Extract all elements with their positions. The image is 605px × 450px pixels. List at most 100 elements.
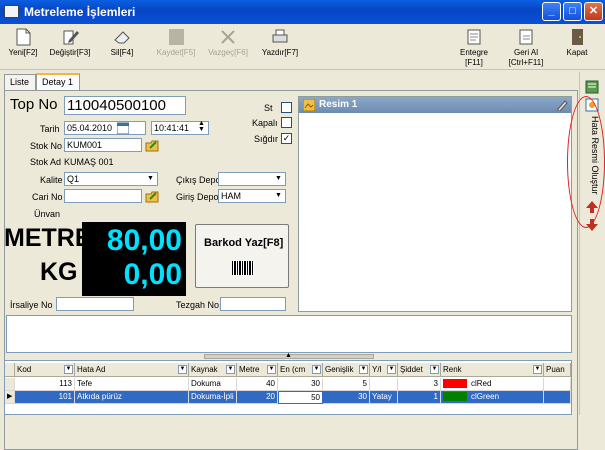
sigdir-label: Sığdır bbox=[254, 134, 279, 144]
stock-lookup-icon[interactable] bbox=[145, 139, 159, 152]
save-icon bbox=[167, 28, 185, 46]
kapali-checkbox[interactable] bbox=[281, 117, 292, 128]
barcode-print-button[interactable]: Barkod Yaz[F8] bbox=[195, 224, 289, 288]
stok-ad-value: KUMAŞ 001 bbox=[64, 157, 114, 167]
column-header[interactable]: Metre ▼ bbox=[237, 363, 278, 377]
new-button[interactable]: Yeni[F2] bbox=[6, 28, 40, 66]
printer-icon bbox=[271, 28, 289, 46]
st-label: St bbox=[264, 103, 273, 113]
tarih-label: Tarih bbox=[40, 124, 60, 134]
kapali-label: Kapalı bbox=[252, 118, 278, 128]
barcode-icon bbox=[232, 261, 254, 275]
stok-ad-label: Stok Ad bbox=[30, 157, 62, 167]
column-header[interactable]: Puan bbox=[544, 363, 571, 377]
dropdown-arrow-icon: ▼ bbox=[275, 175, 282, 182]
picture-panel: Resim 1 bbox=[298, 96, 572, 312]
giris-depo-select[interactable]: HAM ▼ bbox=[218, 189, 286, 203]
filter-dropdown-icon[interactable]: ▼ bbox=[178, 365, 187, 374]
window-title: Metreleme İşlemleri bbox=[24, 5, 136, 19]
sigdir-checkbox[interactable]: ✓ bbox=[281, 133, 292, 144]
dropdown-arrow-icon: ▼ bbox=[147, 175, 154, 182]
close-button[interactable]: ✕ bbox=[584, 2, 603, 21]
minimize-button[interactable]: _ bbox=[542, 2, 561, 21]
defects-grid: Kod ▼ Hata Ad ▼ Kaynak ▼ Metre ▼ En (cm ▼ Gen… bbox=[4, 360, 572, 415]
color-swatch bbox=[443, 379, 467, 389]
exit-button[interactable]: Kapat bbox=[560, 28, 594, 66]
notes-textarea[interactable] bbox=[6, 315, 572, 353]
stok-no-input[interactable]: KUM001 bbox=[64, 138, 142, 152]
metre-big-label: METRE bbox=[4, 224, 92, 252]
top-no-label: Top No bbox=[10, 96, 58, 113]
irsaliye-input[interactable] bbox=[56, 297, 134, 311]
integrate-button[interactable]: Entegre [F11] bbox=[452, 28, 496, 67]
cari-no-input[interactable] bbox=[64, 189, 142, 203]
column-header[interactable]: Y/I ▼ bbox=[370, 363, 398, 377]
measurement-display: 80,00 0,00 bbox=[82, 222, 186, 296]
kg-big-label: KG bbox=[40, 258, 78, 286]
metre-value: 80,00 bbox=[106, 224, 182, 257]
filter-dropdown-icon[interactable]: ▼ bbox=[64, 365, 73, 374]
move-up-icon[interactable] bbox=[585, 200, 599, 214]
filter-dropdown-icon[interactable]: ▼ bbox=[267, 365, 276, 374]
row-indicator-header bbox=[5, 363, 15, 377]
unvan-label: Ünvan bbox=[34, 209, 61, 219]
map-icon[interactable] bbox=[585, 80, 599, 94]
filter-dropdown-icon[interactable]: ▼ bbox=[312, 365, 321, 374]
column-header[interactable]: Hata Ad ▼ bbox=[75, 363, 189, 377]
cancel-button[interactable]: Vazgeç[F6] bbox=[204, 28, 252, 66]
filter-dropdown-icon[interactable]: ▼ bbox=[430, 365, 439, 374]
move-down-icon[interactable] bbox=[585, 218, 599, 232]
delete-button[interactable]: Sil[F4] bbox=[102, 28, 142, 66]
date-input[interactable]: 05.04.2010 bbox=[64, 121, 146, 135]
column-header[interactable]: Genişlik ▼ bbox=[323, 363, 370, 377]
tezgah-input[interactable] bbox=[220, 297, 286, 311]
picture-icon bbox=[302, 98, 316, 112]
edit-button[interactable]: Değiştir[F3] bbox=[40, 28, 100, 66]
filter-dropdown-icon[interactable]: ▼ bbox=[387, 365, 396, 374]
kalite-label: Kalite bbox=[40, 175, 63, 185]
edit-icon bbox=[61, 28, 79, 46]
kalite-select[interactable]: Q1 ▼ bbox=[64, 172, 158, 186]
app-icon bbox=[4, 5, 19, 18]
tab-detay-1[interactable]: Detay 1 bbox=[36, 73, 80, 90]
calendar-icon[interactable] bbox=[116, 122, 130, 135]
filter-dropdown-icon[interactable]: ▼ bbox=[359, 365, 368, 374]
stok-no-label: Stok No bbox=[30, 141, 63, 151]
cikis-depo-label: Çıkış Depo bbox=[176, 175, 221, 185]
time-spinner-icon[interactable]: ▲ ▼ bbox=[198, 120, 205, 133]
cikis-depo-select[interactable]: ▼ bbox=[218, 172, 286, 186]
maximize-button[interactable]: □ bbox=[563, 2, 582, 21]
irsaliye-label: İrsaliye No bbox=[10, 300, 53, 310]
undo-icon bbox=[517, 28, 535, 46]
picture-header: Resim 1 bbox=[299, 97, 571, 113]
new-document-icon bbox=[14, 28, 32, 46]
color-swatch bbox=[443, 392, 467, 402]
undo-button[interactable]: Geri Al [Ctrl+F11] bbox=[500, 28, 552, 67]
tab-liste[interactable]: Liste bbox=[4, 74, 36, 90]
giris-depo-label: Giriş Depo bbox=[176, 192, 219, 202]
column-header[interactable]: Kod ▼ bbox=[15, 363, 75, 377]
toolbar: Yeni[F2] Değiştir[F3] Sil[F4] Kaydet[F5]… bbox=[0, 24, 605, 70]
save-button[interactable]: Kaydet[F5] bbox=[152, 28, 200, 66]
dropdown-arrow-icon: ▼ bbox=[275, 192, 282, 199]
kg-value: 0,00 bbox=[123, 258, 182, 291]
column-header[interactable]: En (cm ▼ bbox=[278, 363, 323, 377]
filter-dropdown-icon[interactable]: ▼ bbox=[533, 365, 542, 374]
column-header[interactable]: Kaynak ▼ bbox=[189, 363, 237, 377]
edit-picture-icon[interactable] bbox=[557, 99, 569, 112]
tezgah-label: Tezgah No bbox=[176, 300, 220, 310]
column-header[interactable]: Şiddet ▼ bbox=[398, 363, 441, 377]
title-bar: Metreleme İşlemleri _ □ ✕ bbox=[0, 0, 605, 24]
splitter-arrow-icon[interactable]: ▲ bbox=[285, 352, 292, 359]
cari-no-label: Cari No bbox=[32, 192, 63, 202]
exit-door-icon bbox=[568, 28, 586, 46]
top-no-input[interactable]: 110040500100 bbox=[64, 96, 186, 115]
cari-lookup-icon[interactable] bbox=[145, 190, 159, 203]
eraser-icon bbox=[113, 28, 131, 46]
integrate-icon bbox=[465, 28, 483, 46]
print-button[interactable]: Yazdır[F7] bbox=[256, 28, 304, 66]
st-checkbox[interactable] bbox=[281, 102, 292, 113]
row-pointer-icon: ▶ bbox=[5, 391, 15, 404]
filter-dropdown-icon[interactable]: ▼ bbox=[226, 365, 235, 374]
column-header[interactable]: Renk ▼ bbox=[441, 363, 544, 377]
